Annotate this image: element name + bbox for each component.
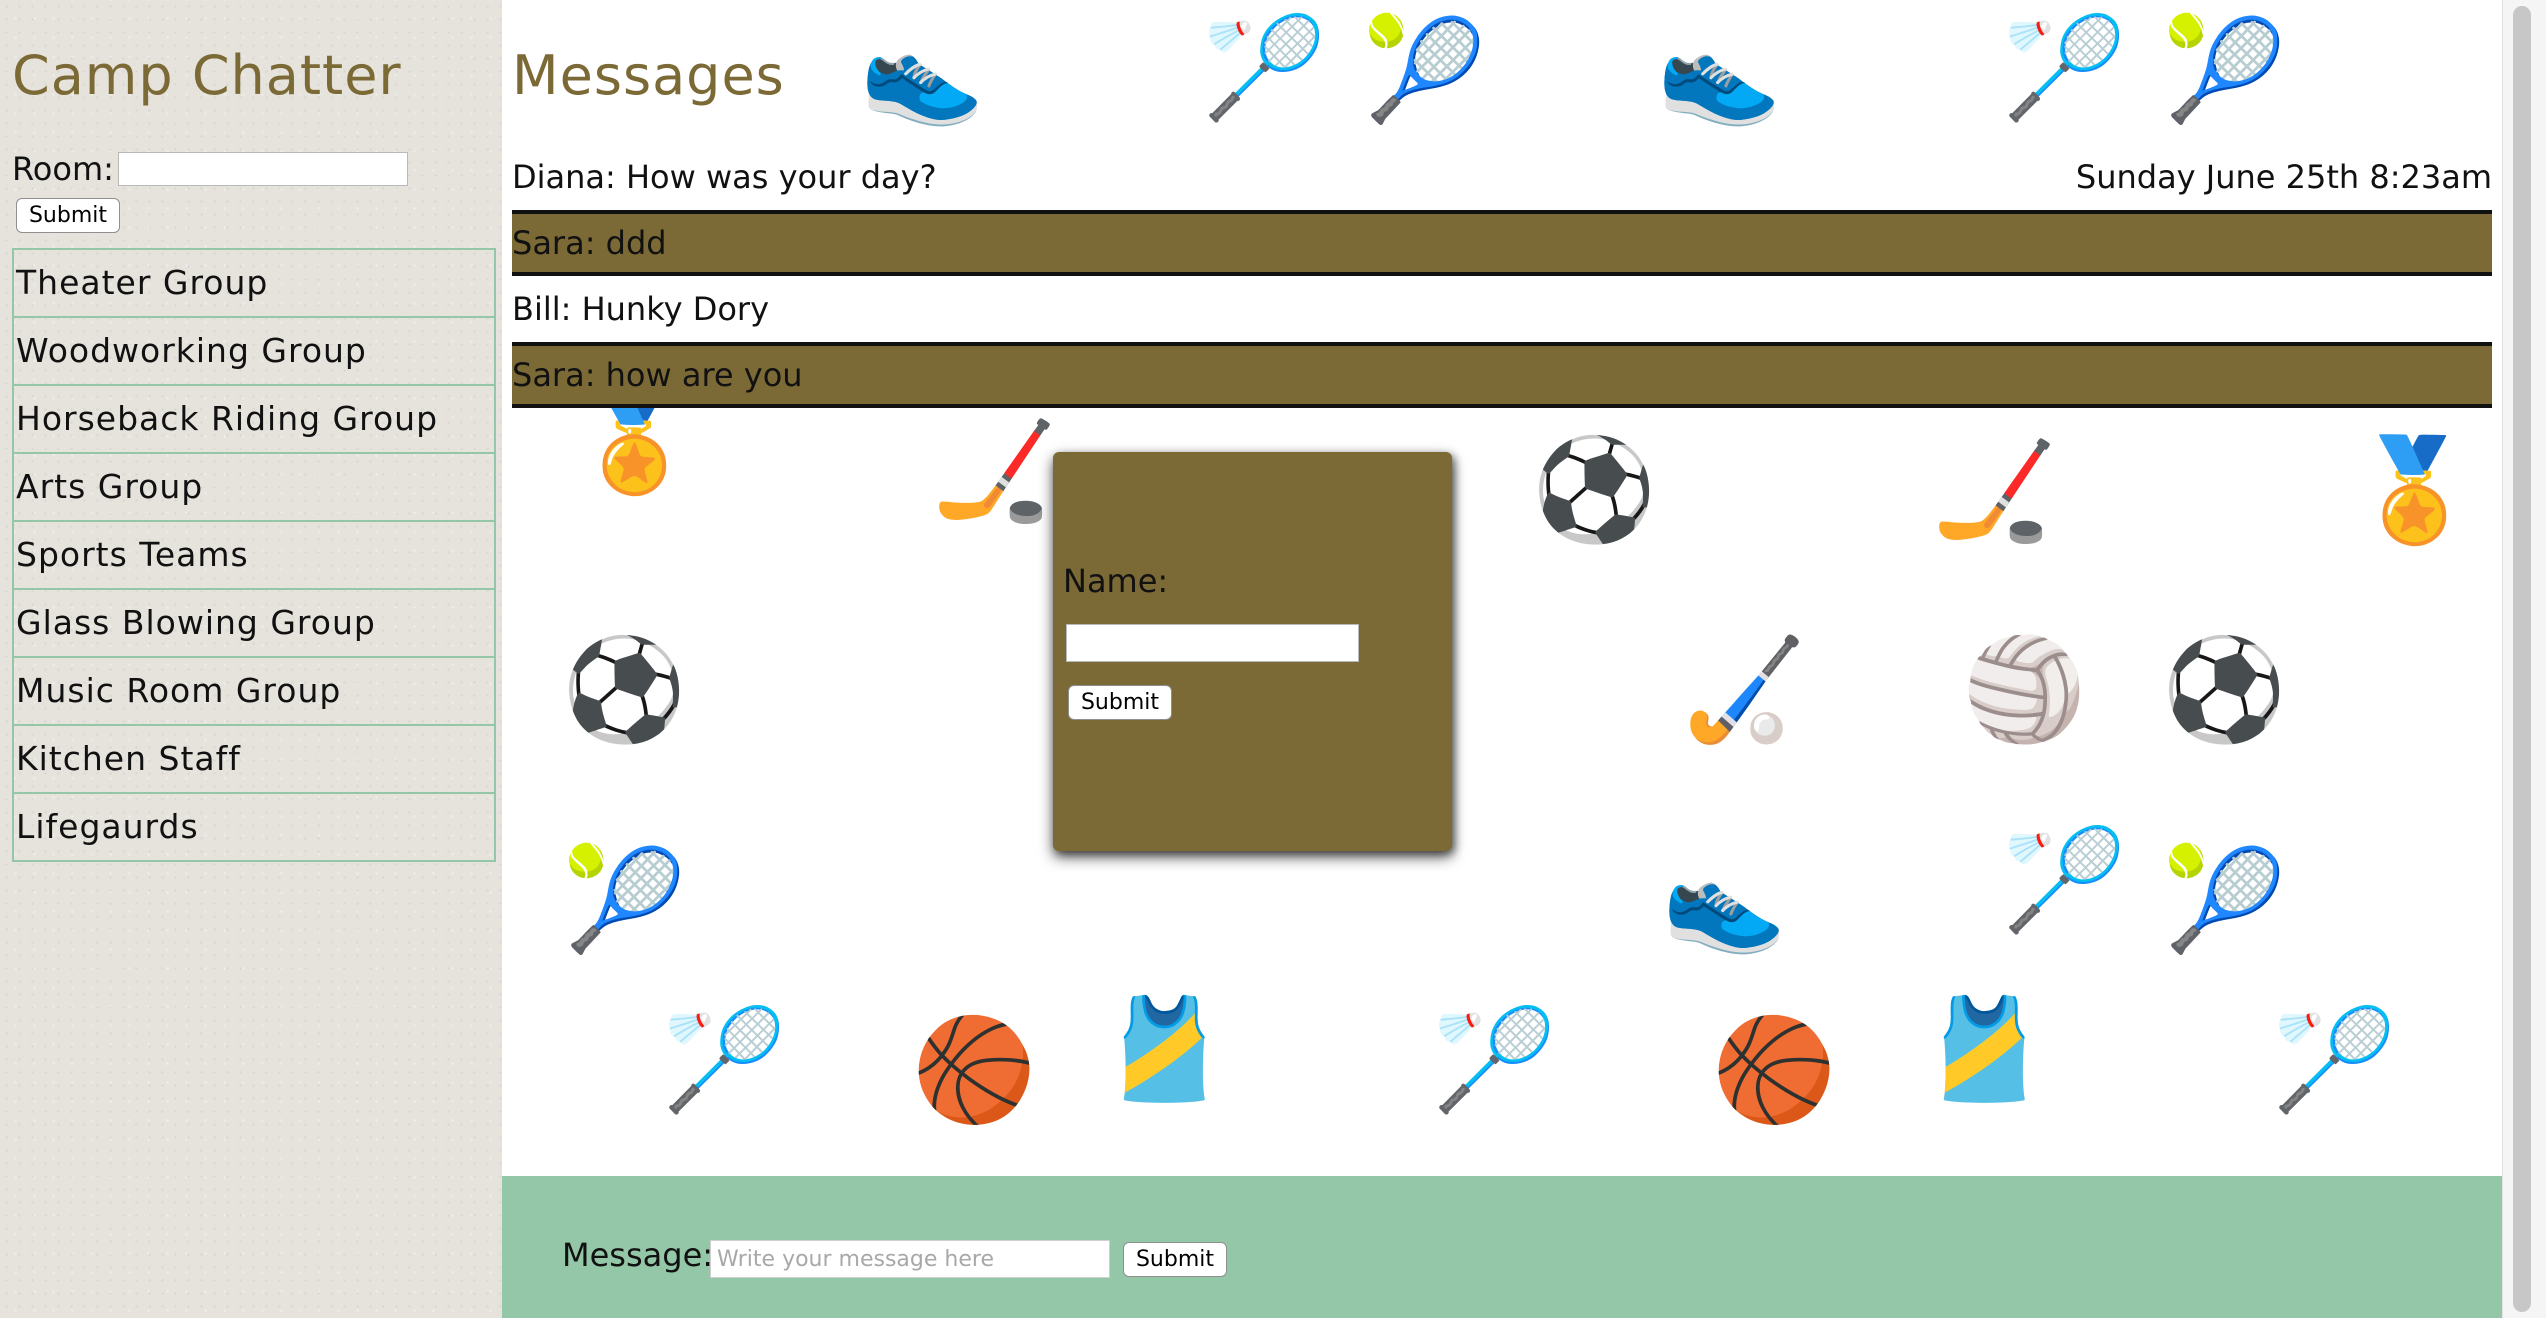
group-item-glass-blowing[interactable]: Glass Blowing Group — [14, 590, 494, 658]
shuttlecock-icon: 🏸 — [2002, 9, 2127, 126]
hockey-puck-icon: 🏒 — [1932, 431, 2057, 548]
group-item-woodworking[interactable]: Woodworking Group — [14, 318, 494, 386]
jersey-icon: 🎽 — [1922, 991, 2047, 1108]
group-item-horseback-riding[interactable]: Horseback Riding Group — [14, 386, 494, 454]
group-item-arts[interactable]: Arts Group — [14, 454, 494, 522]
tennis-ball-icon: 🎾 — [2162, 841, 2287, 958]
name-submit-button[interactable]: Submit — [1068, 685, 1172, 720]
name-label: Name: — [1063, 562, 1169, 600]
group-item-music-room[interactable]: Music Room Group — [14, 658, 494, 726]
message-submit-button[interactable]: Submit — [1123, 1242, 1227, 1277]
tennis-racket-icon: 🏸 — [2272, 1001, 2397, 1118]
room-label: Room: — [12, 150, 114, 188]
message-composer: Message: Submit — [502, 1176, 2502, 1318]
hockey-sticks-icon: 🏑 — [1682, 631, 1807, 748]
group-item-kitchen-staff[interactable]: Kitchen Staff — [14, 726, 494, 794]
scrollbar[interactable] — [2502, 0, 2546, 1318]
message-input[interactable] — [710, 1240, 1110, 1278]
sidebar: Camp Chatter Room: Submit Theater Group … — [0, 0, 502, 1318]
basketball-icon: 🏀 — [912, 1011, 1037, 1128]
message-timestamp: Sunday June 25th 8:23am — [2075, 158, 2492, 196]
jersey-icon: 🎽 — [1102, 991, 1227, 1108]
app-title: Camp Chatter — [12, 44, 402, 107]
soccer-ball-icon: ⚽ — [2162, 631, 2287, 748]
hockey-puck-icon: 🏒 — [932, 411, 1057, 528]
group-item-sports-teams[interactable]: Sports Teams — [14, 522, 494, 590]
name-input[interactable] — [1066, 624, 1359, 662]
group-list: Theater Group Woodworking Group Horsebac… — [12, 248, 496, 862]
group-item-lifeguards[interactable]: Lifegaurds — [14, 794, 494, 862]
basketball-icon: 🏀 — [1712, 1011, 1837, 1128]
message-text: Bill: Hunky Dory — [512, 290, 770, 328]
soccer-ball-icon: ⚽ — [1532, 431, 1657, 548]
shoe-icon: 👟 — [1662, 841, 1787, 958]
shuttlecock-icon: 🏸 — [2002, 821, 2127, 938]
tennis-racket-icon: 🏸 — [662, 1001, 787, 1118]
tennis-racket-icon: 🏸 — [1432, 1001, 1557, 1118]
message-row: Diana: How was your day? Sunday June 25t… — [512, 144, 2492, 210]
room-submit-button[interactable]: Submit — [16, 198, 120, 233]
scrollbar-thumb[interactable] — [2513, 6, 2531, 1312]
message-row: Sara: how are you — [512, 342, 2492, 408]
soccer-ball-icon: ⚽ — [562, 631, 687, 748]
message-row: Bill: Hunky Dory — [512, 276, 2492, 342]
shuttlecock-icon: 🏸 — [1202, 9, 1327, 126]
message-text: Sara: ddd — [512, 224, 667, 262]
tennis-ball-icon: 🎾 — [1362, 11, 1487, 128]
room-input[interactable] — [118, 152, 408, 186]
medal-icon: 🏅 — [2352, 431, 2477, 548]
message-list: Diana: How was your day? Sunday June 25t… — [512, 144, 2492, 408]
main-panel: 👟 🏸 🎾 👟 🏸 🎾 🏅 🏒 ⚽ 🏒 🏅 ⚽ 🏑 🏐 ⚽ 🎾 👟 🏸 🎾 🏸 … — [502, 0, 2502, 1318]
tennis-ball-icon: 🎾 — [562, 841, 687, 958]
page-title: Messages — [512, 44, 785, 107]
message-row: Sara: ddd — [512, 210, 2492, 276]
shoe-icon: 👟 — [1657, 13, 1782, 130]
tennis-ball-icon: 🎾 — [2162, 11, 2287, 128]
shoe-icon: 👟 — [860, 13, 985, 130]
message-text: Sara: how are you — [512, 356, 803, 394]
name-dialog: Name: Submit — [1053, 452, 1452, 851]
volleyball-icon: 🏐 — [1962, 631, 2087, 748]
message-label: Message: — [562, 1236, 714, 1274]
message-text: Diana: How was your day? — [512, 158, 937, 196]
group-item-theater[interactable]: Theater Group — [14, 250, 494, 318]
